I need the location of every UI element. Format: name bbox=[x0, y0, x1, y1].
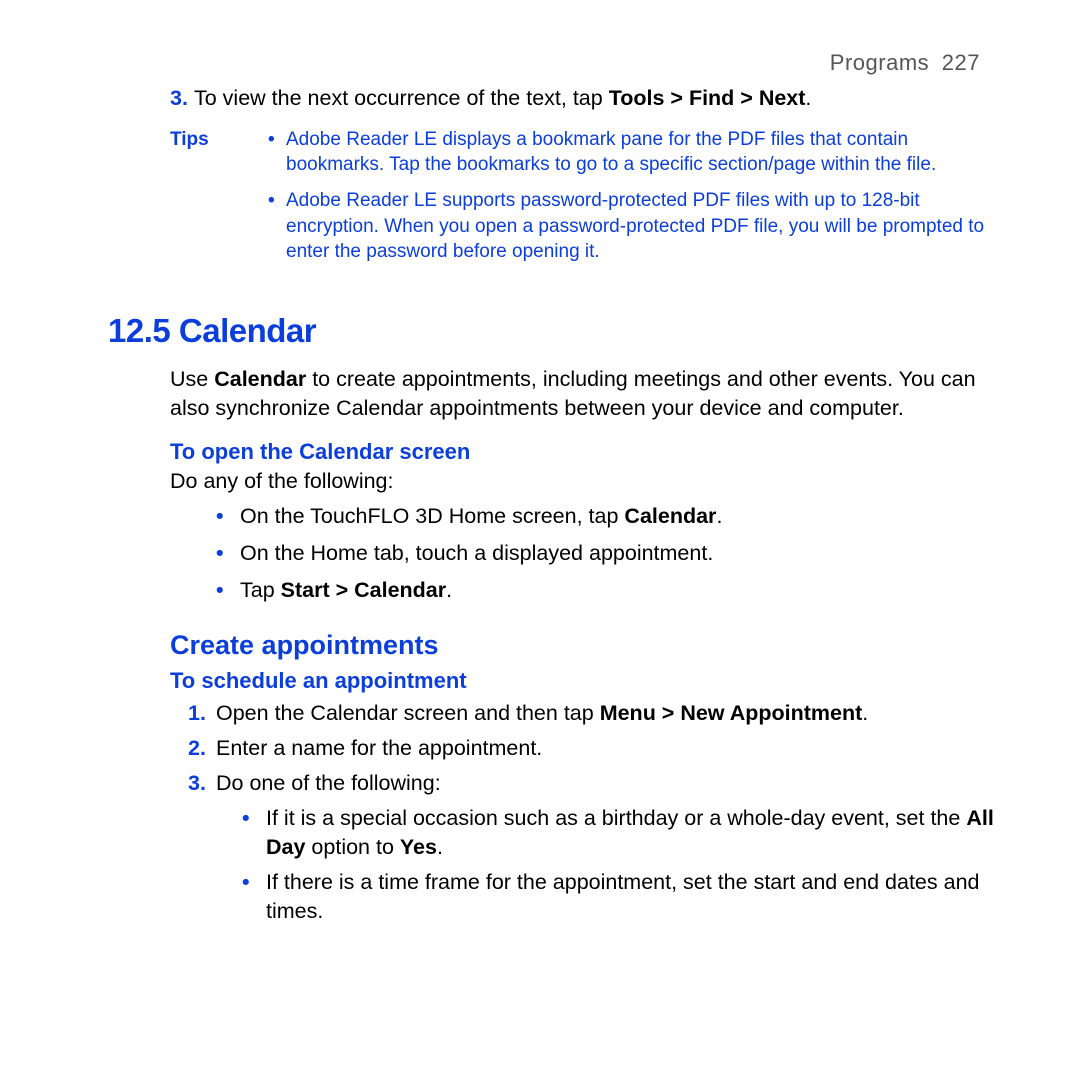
list-item: • If there is a time frame for the appoi… bbox=[242, 868, 1004, 926]
list-item: • On the TouchFLO 3D Home screen, tap Ca… bbox=[216, 502, 1004, 531]
subheading-schedule-appointment: To schedule an appointment bbox=[170, 666, 1024, 696]
bold-path: Tools > Find > Next bbox=[609, 86, 806, 110]
list-item: • On the Home tab, touch a displayed app… bbox=[216, 539, 1004, 568]
text: . bbox=[437, 835, 443, 859]
bold: Yes bbox=[400, 835, 437, 859]
step-text: To view the next occurrence of the text,… bbox=[194, 84, 1004, 113]
text: Open the Calendar screen and then tap bbox=[216, 701, 600, 725]
bullet-text: Tap Start > Calendar. bbox=[240, 576, 1004, 605]
bullet-text: On the TouchFLO 3D Home screen, tap Cale… bbox=[240, 502, 1004, 531]
section-heading-12-5: 12.5 Calendar bbox=[108, 309, 1024, 354]
list-item: • If it is a special occasion such as a … bbox=[242, 804, 1004, 862]
bullet-icon: • bbox=[268, 127, 286, 178]
bullet-icon: • bbox=[242, 804, 266, 862]
subheading-open-calendar: To open the Calendar screen bbox=[170, 437, 1024, 467]
step-2: 2. Enter a name for the appointment. bbox=[188, 734, 1004, 763]
step-text: Enter a name for the appointment. bbox=[216, 734, 1004, 763]
step-1: 1. Open the Calendar screen and then tap… bbox=[188, 699, 1004, 728]
open-intro-line: Do any of the following: bbox=[170, 467, 1024, 496]
schedule-steps: 1. Open the Calendar screen and then tap… bbox=[188, 699, 1004, 798]
step-text: Do one of the following: bbox=[216, 769, 1004, 798]
bullet-text: On the Home tab, touch a displayed appoi… bbox=[240, 539, 1004, 568]
text: . bbox=[862, 701, 868, 725]
tips-list: • Adobe Reader LE displays a bookmark pa… bbox=[268, 127, 1004, 275]
list-item: • Tap Start > Calendar. bbox=[216, 576, 1004, 605]
step-3-sub-bullets: • If it is a special occasion such as a … bbox=[242, 804, 1004, 926]
tip-text: Adobe Reader LE supports password-protec… bbox=[286, 188, 1004, 265]
text: . bbox=[446, 578, 452, 602]
text: . bbox=[716, 504, 722, 528]
text: To view the next occurrence of the text,… bbox=[194, 86, 609, 110]
bullet-icon: • bbox=[242, 868, 266, 926]
text: Use bbox=[170, 367, 214, 391]
tip-item: • Adobe Reader LE displays a bookmark pa… bbox=[268, 127, 1004, 178]
step-number: 3. bbox=[170, 84, 194, 113]
bullet-text: If it is a special occasion such as a bi… bbox=[266, 804, 1004, 862]
text: Tap bbox=[240, 578, 281, 602]
header-section: Programs bbox=[830, 50, 929, 75]
subheading-create-appointments: Create appointments bbox=[170, 627, 1024, 663]
continued-step-3: 3. To view the next occurrence of the te… bbox=[170, 84, 1004, 113]
bullet-icon: • bbox=[268, 188, 286, 265]
tips-label: Tips bbox=[170, 127, 268, 275]
text: If it is a special occasion such as a bi… bbox=[266, 806, 966, 830]
bullet-icon: • bbox=[216, 576, 240, 605]
page-header: Programs 227 bbox=[108, 48, 1024, 78]
bold: Menu > New Appointment bbox=[600, 701, 863, 725]
tip-item: • Adobe Reader LE supports password-prot… bbox=[268, 188, 1004, 265]
bold: Start > Calendar bbox=[281, 578, 447, 602]
step-number: 3. bbox=[188, 769, 216, 798]
calendar-intro: Use Calendar to create appointments, inc… bbox=[170, 365, 1004, 423]
bold: Calendar bbox=[624, 504, 716, 528]
manual-page: Programs 227 3. To view the next occurre… bbox=[0, 0, 1080, 1080]
bullet-text: If there is a time frame for the appoint… bbox=[266, 868, 1004, 926]
step-number: 2. bbox=[188, 734, 216, 763]
bullet-icon: • bbox=[216, 502, 240, 531]
text: On the TouchFLO 3D Home screen, tap bbox=[240, 504, 624, 528]
header-page-number: 227 bbox=[942, 50, 980, 75]
step-number: 1. bbox=[188, 699, 216, 728]
tip-text: Adobe Reader LE displays a bookmark pane… bbox=[286, 127, 1004, 178]
bold-calendar: Calendar bbox=[214, 367, 306, 391]
step-text: Open the Calendar screen and then tap Me… bbox=[216, 699, 1004, 728]
text: . bbox=[805, 86, 811, 110]
step-3: 3. Do one of the following: bbox=[188, 769, 1004, 798]
bullet-icon: • bbox=[216, 539, 240, 568]
tips-block: Tips • Adobe Reader LE displays a bookma… bbox=[170, 127, 1004, 275]
open-bullet-list: • On the TouchFLO 3D Home screen, tap Ca… bbox=[216, 502, 1004, 605]
text: option to bbox=[305, 835, 399, 859]
